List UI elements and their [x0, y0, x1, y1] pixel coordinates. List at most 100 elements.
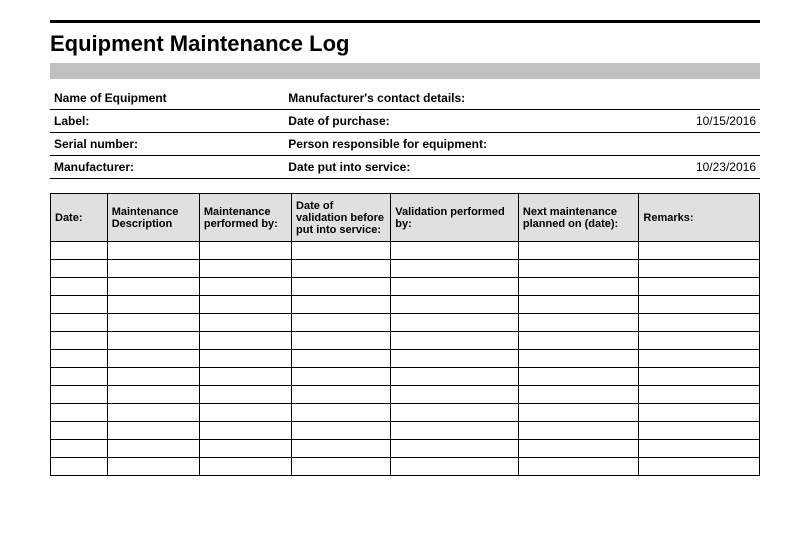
log-cell — [107, 350, 199, 368]
log-cell — [639, 440, 760, 458]
log-header: Maintenance Description — [107, 194, 199, 242]
log-cell — [292, 242, 391, 260]
log-cell — [518, 404, 639, 422]
log-cell — [391, 260, 519, 278]
log-header: Date of validation before put into servi… — [292, 194, 391, 242]
log-cell — [518, 440, 639, 458]
table-row — [51, 260, 760, 278]
info-left-label: Name of Equipment — [50, 87, 206, 110]
table-row — [51, 296, 760, 314]
table-row — [51, 458, 760, 476]
page-title: Equipment Maintenance Log — [50, 31, 760, 57]
log-cell — [391, 440, 519, 458]
log-cell — [639, 314, 760, 332]
log-cell — [51, 458, 108, 476]
log-header: Maintenance performed by: — [199, 194, 291, 242]
log-cell — [199, 278, 291, 296]
log-cell — [518, 422, 639, 440]
log-cell — [639, 278, 760, 296]
log-cell — [518, 332, 639, 350]
table-row — [51, 422, 760, 440]
log-cell — [51, 440, 108, 458]
log-header: Date: — [51, 194, 108, 242]
info-left-label: Label: — [50, 110, 206, 133]
log-cell — [292, 296, 391, 314]
log-cell — [51, 314, 108, 332]
info-row: Label: Date of purchase:10/15/2016 — [50, 110, 760, 133]
info-right-value: 10/23/2016 — [568, 156, 760, 179]
log-cell — [199, 386, 291, 404]
log-cell — [391, 242, 519, 260]
log-cell — [518, 296, 639, 314]
log-cell — [199, 242, 291, 260]
log-cell — [639, 242, 760, 260]
log-cell — [199, 422, 291, 440]
log-cell — [391, 278, 519, 296]
top-rule — [50, 20, 760, 23]
log-cell — [639, 260, 760, 278]
info-left-label: Manufacturer: — [50, 156, 206, 179]
log-cell — [518, 260, 639, 278]
log-cell — [51, 278, 108, 296]
log-cell — [51, 386, 108, 404]
log-cell — [51, 404, 108, 422]
info-right-label: Date of purchase: — [284, 110, 568, 133]
log-cell — [199, 404, 291, 422]
log-cell — [107, 404, 199, 422]
log-cell — [107, 260, 199, 278]
log-cell — [199, 440, 291, 458]
table-row — [51, 242, 760, 260]
log-cell — [107, 278, 199, 296]
log-cell — [391, 458, 519, 476]
info-table: Name of EquipmentManufacturer's contact … — [50, 87, 760, 179]
log-cell — [51, 260, 108, 278]
table-row — [51, 278, 760, 296]
info-right-value — [568, 87, 760, 110]
log-cell — [518, 242, 639, 260]
log-cell — [639, 350, 760, 368]
log-cell — [639, 422, 760, 440]
log-table: Date:Maintenance DescriptionMaintenance … — [50, 193, 760, 476]
log-cell — [199, 314, 291, 332]
info-row: Manufacturer:Date put into service:10/23… — [50, 156, 760, 179]
log-cell — [391, 368, 519, 386]
log-cell — [518, 350, 639, 368]
info-right-value: 10/15/2016 — [568, 110, 760, 133]
table-row — [51, 386, 760, 404]
log-cell — [107, 440, 199, 458]
info-row: Name of EquipmentManufacturer's contact … — [50, 87, 760, 110]
log-cell — [199, 260, 291, 278]
log-cell — [292, 368, 391, 386]
log-header: Remarks: — [639, 194, 760, 242]
log-cell — [107, 368, 199, 386]
log-cell — [639, 368, 760, 386]
info-row: Serial number: Person responsible for equ… — [50, 133, 760, 156]
log-cell — [518, 314, 639, 332]
log-header: Next maintenance planned on (date): — [518, 194, 639, 242]
log-cell — [639, 404, 760, 422]
log-cell — [51, 350, 108, 368]
title-gray-bar — [50, 63, 760, 79]
log-cell — [391, 386, 519, 404]
log-cell — [391, 350, 519, 368]
info-left-label: Serial number: — [50, 133, 206, 156]
log-cell — [199, 332, 291, 350]
log-cell — [518, 278, 639, 296]
log-cell — [292, 350, 391, 368]
info-right-label: Person responsible for equipment: — [284, 133, 568, 156]
info-left-value — [206, 133, 284, 156]
log-cell — [292, 386, 391, 404]
log-cell — [107, 332, 199, 350]
log-cell — [51, 368, 108, 386]
log-cell — [391, 404, 519, 422]
page: Equipment Maintenance Log Name of Equipm… — [0, 0, 810, 496]
log-cell — [107, 458, 199, 476]
info-left-value — [206, 87, 284, 110]
log-cell — [292, 458, 391, 476]
log-cell — [391, 296, 519, 314]
log-cell — [391, 422, 519, 440]
log-cell — [107, 242, 199, 260]
table-row — [51, 332, 760, 350]
table-row — [51, 440, 760, 458]
log-cell — [107, 386, 199, 404]
